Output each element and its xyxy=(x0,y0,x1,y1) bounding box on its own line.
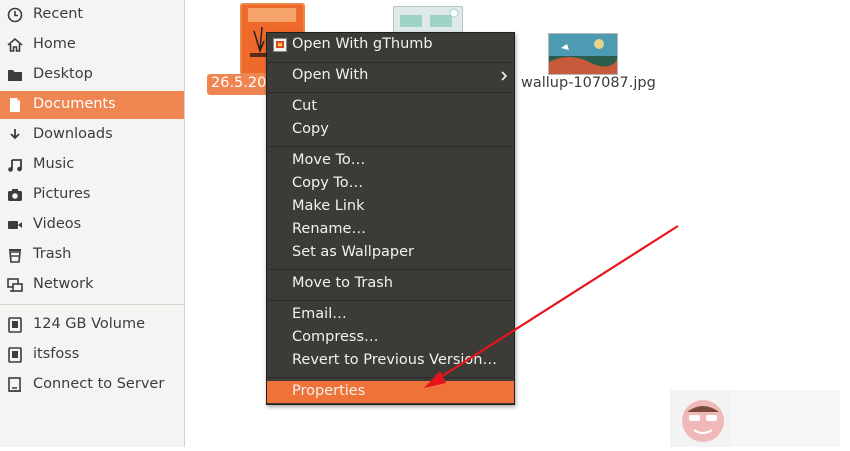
sidebar-item-trash[interactable]: Trash xyxy=(0,241,184,269)
sidebar-item-pictures[interactable]: Pictures xyxy=(0,181,184,209)
sidebar-item-label: Trash xyxy=(33,246,72,262)
folder-icon xyxy=(8,70,22,81)
menu-item-label: Make Link xyxy=(292,198,365,214)
menu-item-properties[interactable]: Properties xyxy=(267,381,514,403)
file-thumbnail[interactable] xyxy=(548,33,618,75)
menu-item-label: Revert to Previous Version… xyxy=(292,352,497,368)
camera-icon xyxy=(8,189,22,201)
sidebar-item-documents[interactable]: Documents xyxy=(0,91,184,119)
menu-item-open-with[interactable]: Open With xyxy=(267,65,514,87)
sidebar-item-label: Connect to Server xyxy=(33,376,165,392)
sidebar-item-desktop[interactable]: Desktop xyxy=(0,61,184,89)
menu-item-label: Move To… xyxy=(292,152,366,168)
menu-item-cut[interactable]: Cut xyxy=(267,96,514,118)
menu-item-make-link[interactable]: Make Link xyxy=(267,196,514,218)
menu-item-compress[interactable]: Compress… xyxy=(267,327,514,349)
sidebar-item-label: Documents xyxy=(33,96,116,112)
menu-item-email[interactable]: Email… xyxy=(267,304,514,326)
menu-item-set-as-wallpaper[interactable]: Set as Wallpaper xyxy=(267,242,514,264)
menu-item-move-to[interactable]: Move To… xyxy=(267,150,514,172)
network-icon xyxy=(7,278,23,292)
home-icon xyxy=(7,37,23,52)
sidebar-item-videos[interactable]: Videos xyxy=(0,211,184,239)
menu-item-rename[interactable]: Rename… xyxy=(267,219,514,241)
menu-item-label: Email… xyxy=(292,306,347,322)
server-icon xyxy=(8,377,21,392)
sidebar-item-recent[interactable]: Recent xyxy=(0,1,184,29)
sidebar-item-label: Home xyxy=(33,36,76,52)
sidebar-item-label: Desktop xyxy=(33,66,93,82)
sidebar-separator xyxy=(0,304,184,305)
menu-item-copy-to[interactable]: Copy To… xyxy=(267,173,514,195)
clock-icon xyxy=(7,7,23,23)
menu-item-move-to-trash[interactable]: Move to Trash xyxy=(267,273,514,295)
wallpaper-thumbnail-icon xyxy=(549,34,617,74)
sidebar-item-home[interactable]: Home xyxy=(0,31,184,59)
menu-item-label: Open With gThumb xyxy=(292,36,433,52)
music-icon xyxy=(8,159,22,172)
sidebar-item-connect-to-server[interactable]: Connect to Server xyxy=(0,371,184,399)
menu-separator xyxy=(268,269,513,270)
context-menu: Open With gThumb Open With Cut Copy Move… xyxy=(266,32,515,405)
menu-item-revert-to-previous-version[interactable]: Revert to Previous Version… xyxy=(267,350,514,372)
drive-icon xyxy=(8,347,22,363)
trash-icon xyxy=(9,249,21,263)
sidebar-item-network[interactable]: Network xyxy=(0,271,184,299)
menu-separator xyxy=(268,146,513,147)
sidebar-item-label: Recent xyxy=(33,6,84,22)
sidebar-item-label: Pictures xyxy=(33,186,91,202)
menu-separator xyxy=(268,377,513,378)
menu-item-label: Compress… xyxy=(292,329,379,345)
watermark-face-icon xyxy=(682,390,840,447)
sidebar-item-label: 124 GB Volume xyxy=(33,316,146,332)
sidebar-item-volume[interactable]: 124 GB Volume xyxy=(0,311,184,339)
menu-separator xyxy=(268,62,513,63)
menu-item-label: Copy To… xyxy=(292,175,364,191)
gthumb-app-icon xyxy=(273,38,287,52)
video-icon xyxy=(8,221,22,229)
menu-item-open-with-gthumb[interactable]: Open With gThumb xyxy=(267,34,514,56)
sidebar-item-label: Videos xyxy=(33,216,82,232)
sidebar-item-itsfoss[interactable]: itsfoss xyxy=(0,341,184,369)
document-icon xyxy=(10,98,20,112)
sidebar-item-downloads[interactable]: Downloads xyxy=(0,121,184,149)
chevron-right-icon xyxy=(501,71,508,81)
menu-item-label: Rename… xyxy=(292,221,366,237)
menu-item-label: Copy xyxy=(292,121,329,137)
sidebar: Recent Home Desktop Documents Downloads … xyxy=(0,0,185,447)
menu-item-label: Open With xyxy=(292,67,369,83)
sidebar-item-music[interactable]: Music xyxy=(0,151,184,179)
menu-separator xyxy=(268,92,513,93)
menu-item-label: Move to Trash xyxy=(292,275,393,291)
drive-icon xyxy=(8,317,22,333)
sidebar-item-label: Music xyxy=(33,156,75,172)
menu-item-label: Properties xyxy=(292,383,366,399)
menu-separator xyxy=(268,300,513,301)
sidebar-item-label: Downloads xyxy=(33,126,113,142)
download-icon xyxy=(10,129,20,140)
menu-item-label: Cut xyxy=(292,98,317,114)
watermark-logo xyxy=(670,390,840,447)
sidebar-item-label: Network xyxy=(33,276,94,292)
sidebar-item-label: itsfoss xyxy=(33,346,80,362)
menu-item-copy[interactable]: Copy xyxy=(267,119,514,141)
file-name[interactable]: wallup-107087.jpg xyxy=(521,75,656,91)
menu-item-label: Set as Wallpaper xyxy=(292,244,414,260)
